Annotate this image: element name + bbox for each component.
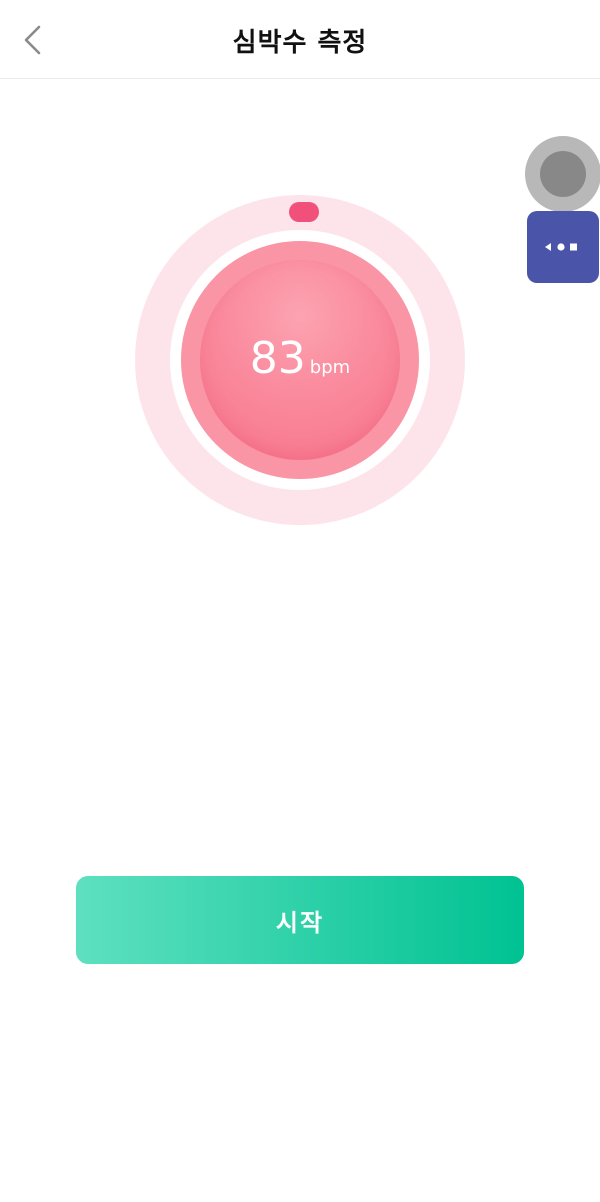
record-circle-icon	[540, 151, 586, 197]
gauge-indicator-dot	[289, 202, 319, 222]
heart-rate-gauge: 83 bpm	[135, 195, 465, 525]
page-title: 심박수 측정	[232, 28, 368, 58]
heart-rate-readout: 83 bpm	[135, 333, 465, 384]
heart-rate-value: 83	[249, 333, 306, 384]
floating-record-button[interactable]	[525, 136, 600, 212]
header-bar: 심박수 측정	[0, 0, 600, 79]
start-button[interactable]: 시작	[76, 876, 524, 964]
floating-menu-button[interactable]	[527, 211, 599, 283]
more-options-icon	[545, 243, 577, 251]
heart-rate-unit: bpm	[309, 357, 351, 378]
